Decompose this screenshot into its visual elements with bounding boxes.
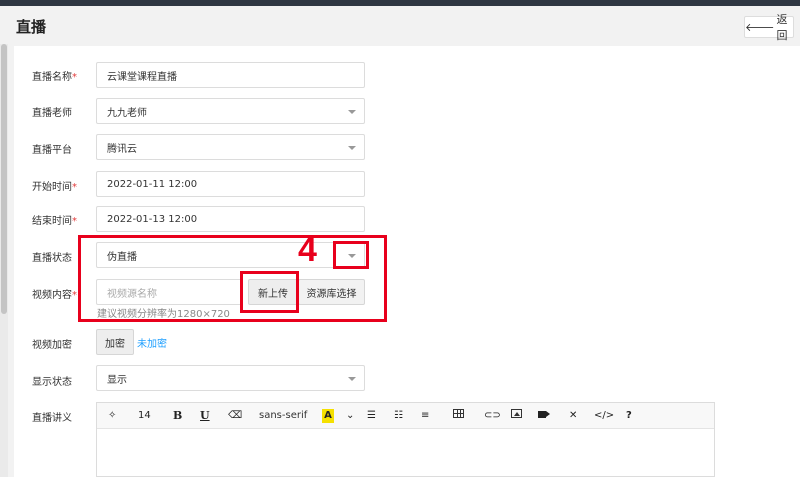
page-title: 直播 <box>16 18 47 36</box>
unordered-list-icon[interactable]: ☰ <box>367 409 376 423</box>
video-label: 视频内容* <box>32 290 77 301</box>
annotation-box-caret <box>333 241 369 269</box>
page-header: 直播 🡐 返回 <box>0 6 800 44</box>
end-time-label: 结束时间* <box>32 216 77 227</box>
end-time-input[interactable]: 2022-01-13 12:00 <box>96 206 365 232</box>
annotation-number: 4 <box>298 231 317 269</box>
video-icon[interactable] <box>538 409 550 423</box>
rich-text-editor[interactable]: ✧ 14 B U ⌫ sans-serif A ⌄ ☰ ☷ ≡ ⊂⊃ ✕ </>… <box>96 402 715 477</box>
display-select-value: 显示 <box>107 374 127 386</box>
arrow-left-icon: 🡐 <box>745 20 775 34</box>
fullscreen-icon[interactable]: ✕ <box>569 409 577 423</box>
magic-wand-icon[interactable]: ✧ <box>108 409 116 423</box>
caret-down-icon <box>348 377 356 381</box>
required-mark: * <box>72 182 77 193</box>
back-button[interactable]: 🡐 返回 <box>744 13 794 42</box>
scrollbar[interactable] <box>0 44 8 477</box>
scrollbar-thumb[interactable] <box>1 44 7 314</box>
editor-toolbar: ✧ 14 B U ⌫ sans-serif A ⌄ ☰ ☷ ≡ ⊂⊃ ✕ </>… <box>97 403 714 429</box>
teacher-select[interactable]: 九九老师 <box>96 98 365 124</box>
encrypt-button[interactable]: 加密 <box>96 329 134 355</box>
required-mark: * <box>72 216 77 227</box>
chevron-down-icon[interactable]: ⌄ <box>346 409 354 423</box>
status-label: 直播状态 <box>32 253 72 264</box>
underline-button[interactable]: U <box>200 409 210 423</box>
start-time-label: 开始时间* <box>32 182 77 193</box>
annotation-box-upload <box>240 271 299 313</box>
ordered-list-icon[interactable]: ☷ <box>394 409 403 423</box>
back-button-label: 返回 <box>776 13 788 42</box>
font-color-button[interactable]: A <box>322 409 334 423</box>
code-button[interactable]: </> <box>594 409 614 423</box>
required-mark: * <box>72 290 77 301</box>
start-time-input[interactable]: 2022-01-11 12:00 <box>96 171 365 197</box>
display-select[interactable]: 显示 <box>96 365 365 391</box>
encrypt-state-link[interactable]: 未加密 <box>137 335 167 350</box>
name-input[interactable]: 云课堂课程直播 <box>96 62 365 88</box>
platform-select[interactable]: 腾讯云 <box>96 134 365 160</box>
encrypt-label: 视频加密 <box>32 340 72 351</box>
display-label: 显示状态 <box>32 377 72 388</box>
platform-label: 直播平台 <box>32 145 72 156</box>
caret-down-icon <box>348 146 356 150</box>
required-mark: * <box>72 72 77 83</box>
link-icon[interactable]: ⊂⊃ <box>484 409 501 423</box>
font-family-select[interactable]: sans-serif <box>259 409 307 423</box>
help-button[interactable]: ? <box>626 409 632 423</box>
bold-button[interactable]: B <box>173 409 182 423</box>
name-label: 直播名称* <box>32 72 77 83</box>
caret-down-icon <box>348 110 356 114</box>
teacher-select-value: 九九老师 <box>107 107 147 119</box>
font-size-select[interactable]: 14 <box>138 409 151 423</box>
eraser-icon[interactable]: ⌫ <box>228 409 242 423</box>
image-icon[interactable] <box>511 409 522 423</box>
table-icon[interactable] <box>453 409 464 423</box>
notes-label: 直播讲义 <box>32 413 72 424</box>
align-left-icon[interactable]: ≡ <box>421 409 429 423</box>
teacher-label: 直播老师 <box>32 108 72 119</box>
platform-select-value: 腾讯云 <box>107 143 137 155</box>
